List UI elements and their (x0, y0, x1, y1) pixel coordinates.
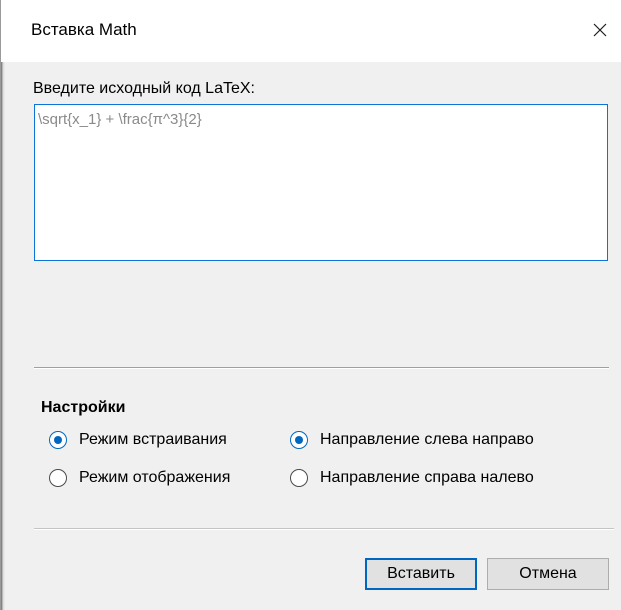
radio-unchecked-icon (290, 469, 308, 487)
dialog-title: Вставка Math (31, 20, 137, 39)
close-icon (593, 23, 607, 37)
window-edge (1, 0, 5, 610)
right-to-left-radio[interactable]: Направление справа налево (290, 469, 534, 487)
divider (34, 528, 614, 530)
radio-checked-icon (49, 431, 67, 449)
latex-source-input[interactable]: \sqrt{x_1} + \frac{π^3}{2} (34, 104, 608, 261)
inline-mode-radio[interactable]: Режим встраивания (49, 431, 227, 449)
right-to-left-label: Направление справа налево (320, 469, 534, 486)
inline-mode-label: Режим встраивания (79, 431, 227, 448)
radio-unchecked-icon (49, 469, 67, 487)
left-to-right-radio[interactable]: Направление слева направо (290, 431, 534, 449)
radio-checked-icon (290, 431, 308, 449)
close-button[interactable] (581, 12, 619, 50)
insert-math-dialog: Вставка Math Введите исходный код LaTeX:… (0, 0, 621, 610)
left-to-right-label: Направление слева направо (320, 431, 534, 448)
latex-source-label: Введите исходный код LaTeX: (33, 80, 255, 97)
title-bar: Вставка Math (1, 0, 621, 62)
display-mode-radio[interactable]: Режим отображения (49, 469, 230, 487)
divider (34, 367, 609, 369)
cancel-button[interactable]: Отмена (487, 558, 609, 590)
settings-heading: Настройки (41, 399, 126, 416)
insert-button[interactable]: Вставить (365, 558, 477, 590)
display-mode-label: Режим отображения (79, 469, 231, 486)
